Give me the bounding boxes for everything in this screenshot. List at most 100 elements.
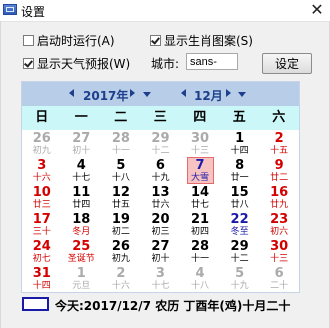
day-cell[interactable]: 10 廿三 xyxy=(22,184,62,211)
day-cell[interactable]: 6 十九 xyxy=(141,157,181,184)
day-cell[interactable]: 20 初三 xyxy=(141,211,181,238)
zodiac-checkbox[interactable]: 显示生肖图案(S) xyxy=(150,32,253,49)
day-cell[interactable]: 22 冬至 xyxy=(220,211,260,238)
day-cell[interactable]: 28 十一 xyxy=(101,130,141,157)
day-cell[interactable]: 25 圣诞节 xyxy=(62,238,102,265)
lunar-date: 元旦 xyxy=(72,281,91,291)
lunar-date: 初三 xyxy=(151,227,170,237)
day-cell[interactable]: 29 十二 xyxy=(220,238,260,265)
day-number: 1 xyxy=(76,266,86,281)
lunar-date: 廿一 xyxy=(230,173,249,183)
day-cell[interactable]: 26 初九 xyxy=(22,130,62,157)
lunar-date: 十四 xyxy=(230,146,249,156)
lunar-date: 十三 xyxy=(191,146,210,156)
day-number: 22 xyxy=(230,212,249,227)
weather-checkbox-box[interactable] xyxy=(23,58,34,69)
day-cell[interactable]: 27 初十 xyxy=(62,130,102,157)
prev-year-arrow-icon[interactable] xyxy=(69,89,74,97)
day-number: 6 xyxy=(155,158,165,173)
day-cell[interactable]: 1 十四 xyxy=(220,130,260,157)
day-cell[interactable]: 12 廿五 xyxy=(101,184,141,211)
day-number: 27 xyxy=(151,239,170,254)
day-cell[interactable]: 19 初二 xyxy=(101,211,141,238)
lunar-date: 初二 xyxy=(111,227,130,237)
day-number: 1 xyxy=(235,131,245,146)
day-cell[interactable]: 8 廿一 xyxy=(220,157,260,184)
calendar: 2017年 12月 日 一 二 三 四 五 六 26 初九 27 初十 28 十一 29 十二… xyxy=(21,81,300,293)
day-cell[interactable]: 4 十七 xyxy=(62,157,102,184)
zodiac-label: 显示生肖图案(S) xyxy=(164,34,253,48)
weekday-thu: 四 xyxy=(193,110,207,125)
close-button[interactable]: ✕ xyxy=(305,1,329,19)
day-number: 31 xyxy=(32,266,51,281)
day-cell[interactable]: 2 十六 xyxy=(101,265,141,292)
year-label[interactable]: 2017年 xyxy=(83,87,128,104)
lunar-date: 十七 xyxy=(72,173,91,183)
day-number: 30 xyxy=(270,239,289,254)
day-cell[interactable]: 18 冬月 xyxy=(62,211,102,238)
lunar-date: 大雪 xyxy=(191,173,210,183)
day-number: 2 xyxy=(274,131,284,146)
lunar-date: 十九 xyxy=(151,173,170,183)
day-cell[interactable]: 1 元旦 xyxy=(62,265,102,292)
day-cell[interactable]: 23 初六 xyxy=(259,211,299,238)
day-cell[interactable]: 27 初十 xyxy=(141,238,181,265)
lunar-date: 十一 xyxy=(111,146,130,156)
lunar-date: 廿四 xyxy=(72,200,91,210)
day-number: 5 xyxy=(235,266,245,281)
day-cell[interactable]: 14 廿七 xyxy=(180,184,220,211)
day-cell[interactable]: 21 初四 xyxy=(180,211,220,238)
day-cell[interactable]: 28 十一 xyxy=(180,238,220,265)
day-cell[interactable]: 4 十八 xyxy=(180,265,220,292)
set-button[interactable]: 设定 xyxy=(262,53,312,74)
day-number: 8 xyxy=(235,158,245,173)
autostart-checkbox[interactable]: 启动时运行(A) xyxy=(23,32,115,49)
day-cell[interactable]: 11 廿四 xyxy=(62,184,102,211)
day-cell[interactable]: 15 廿八 xyxy=(220,184,260,211)
autostart-checkbox-box[interactable] xyxy=(23,35,34,46)
day-cell[interactable]: 16 廿九 xyxy=(259,184,299,211)
next-year-arrow-icon[interactable] xyxy=(130,89,135,97)
day-cell[interactable]: 24 初七 xyxy=(22,238,62,265)
month-dropdown-icon[interactable] xyxy=(238,92,246,97)
day-number: 25 xyxy=(72,239,91,254)
calendar-app-icon xyxy=(3,4,17,15)
lunar-date: 十八 xyxy=(191,281,210,291)
day-number: 3 xyxy=(37,158,47,173)
day-cell[interactable]: 3 十七 xyxy=(141,265,181,292)
next-month-arrow-icon[interactable] xyxy=(226,89,231,97)
day-number: 15 xyxy=(230,185,249,200)
year-dropdown-icon[interactable] xyxy=(143,92,151,97)
zodiac-checkbox-box[interactable] xyxy=(150,35,161,46)
day-number: 20 xyxy=(151,212,170,227)
day-number: 11 xyxy=(72,185,91,200)
day-cell[interactable]: 9 廿二 xyxy=(259,157,299,184)
day-cell[interactable]: 7 大雪 xyxy=(180,157,220,184)
weather-checkbox[interactable]: 显示天气预报(W) xyxy=(23,55,130,72)
day-cell[interactable]: 13 廿六 xyxy=(141,184,181,211)
day-number: 18 xyxy=(72,212,91,227)
day-cell[interactable]: 31 十四 xyxy=(22,265,62,292)
lunar-date: 廿七 xyxy=(191,200,210,210)
lunar-date: 廿九 xyxy=(270,200,289,210)
day-cell[interactable]: 6 二十 xyxy=(259,265,299,292)
prev-month-arrow-icon[interactable] xyxy=(181,89,186,97)
day-number: 2 xyxy=(116,266,126,281)
day-cell[interactable]: 2 十五 xyxy=(259,130,299,157)
day-cell[interactable]: 3 十六 xyxy=(22,157,62,184)
weekday-header: 日 一 二 三 四 五 六 xyxy=(22,106,299,130)
day-cell[interactable]: 30 十三 xyxy=(259,238,299,265)
day-number: 29 xyxy=(230,239,249,254)
city-input[interactable] xyxy=(186,53,238,70)
day-cell[interactable]: 5 十九 xyxy=(220,265,260,292)
day-cell[interactable]: 30 十三 xyxy=(180,130,220,157)
weather-label: 显示天气预报(W) xyxy=(37,57,131,71)
day-cell[interactable]: 17 三十 xyxy=(22,211,62,238)
day-cell[interactable]: 5 十八 xyxy=(101,157,141,184)
lunar-date: 初十 xyxy=(151,254,170,264)
day-cell[interactable]: 26 初九 xyxy=(101,238,141,265)
day-number: 3 xyxy=(155,266,165,281)
lunar-date: 冬月 xyxy=(72,227,91,237)
day-cell[interactable]: 29 十二 xyxy=(141,130,181,157)
month-label[interactable]: 12月 xyxy=(194,87,223,104)
